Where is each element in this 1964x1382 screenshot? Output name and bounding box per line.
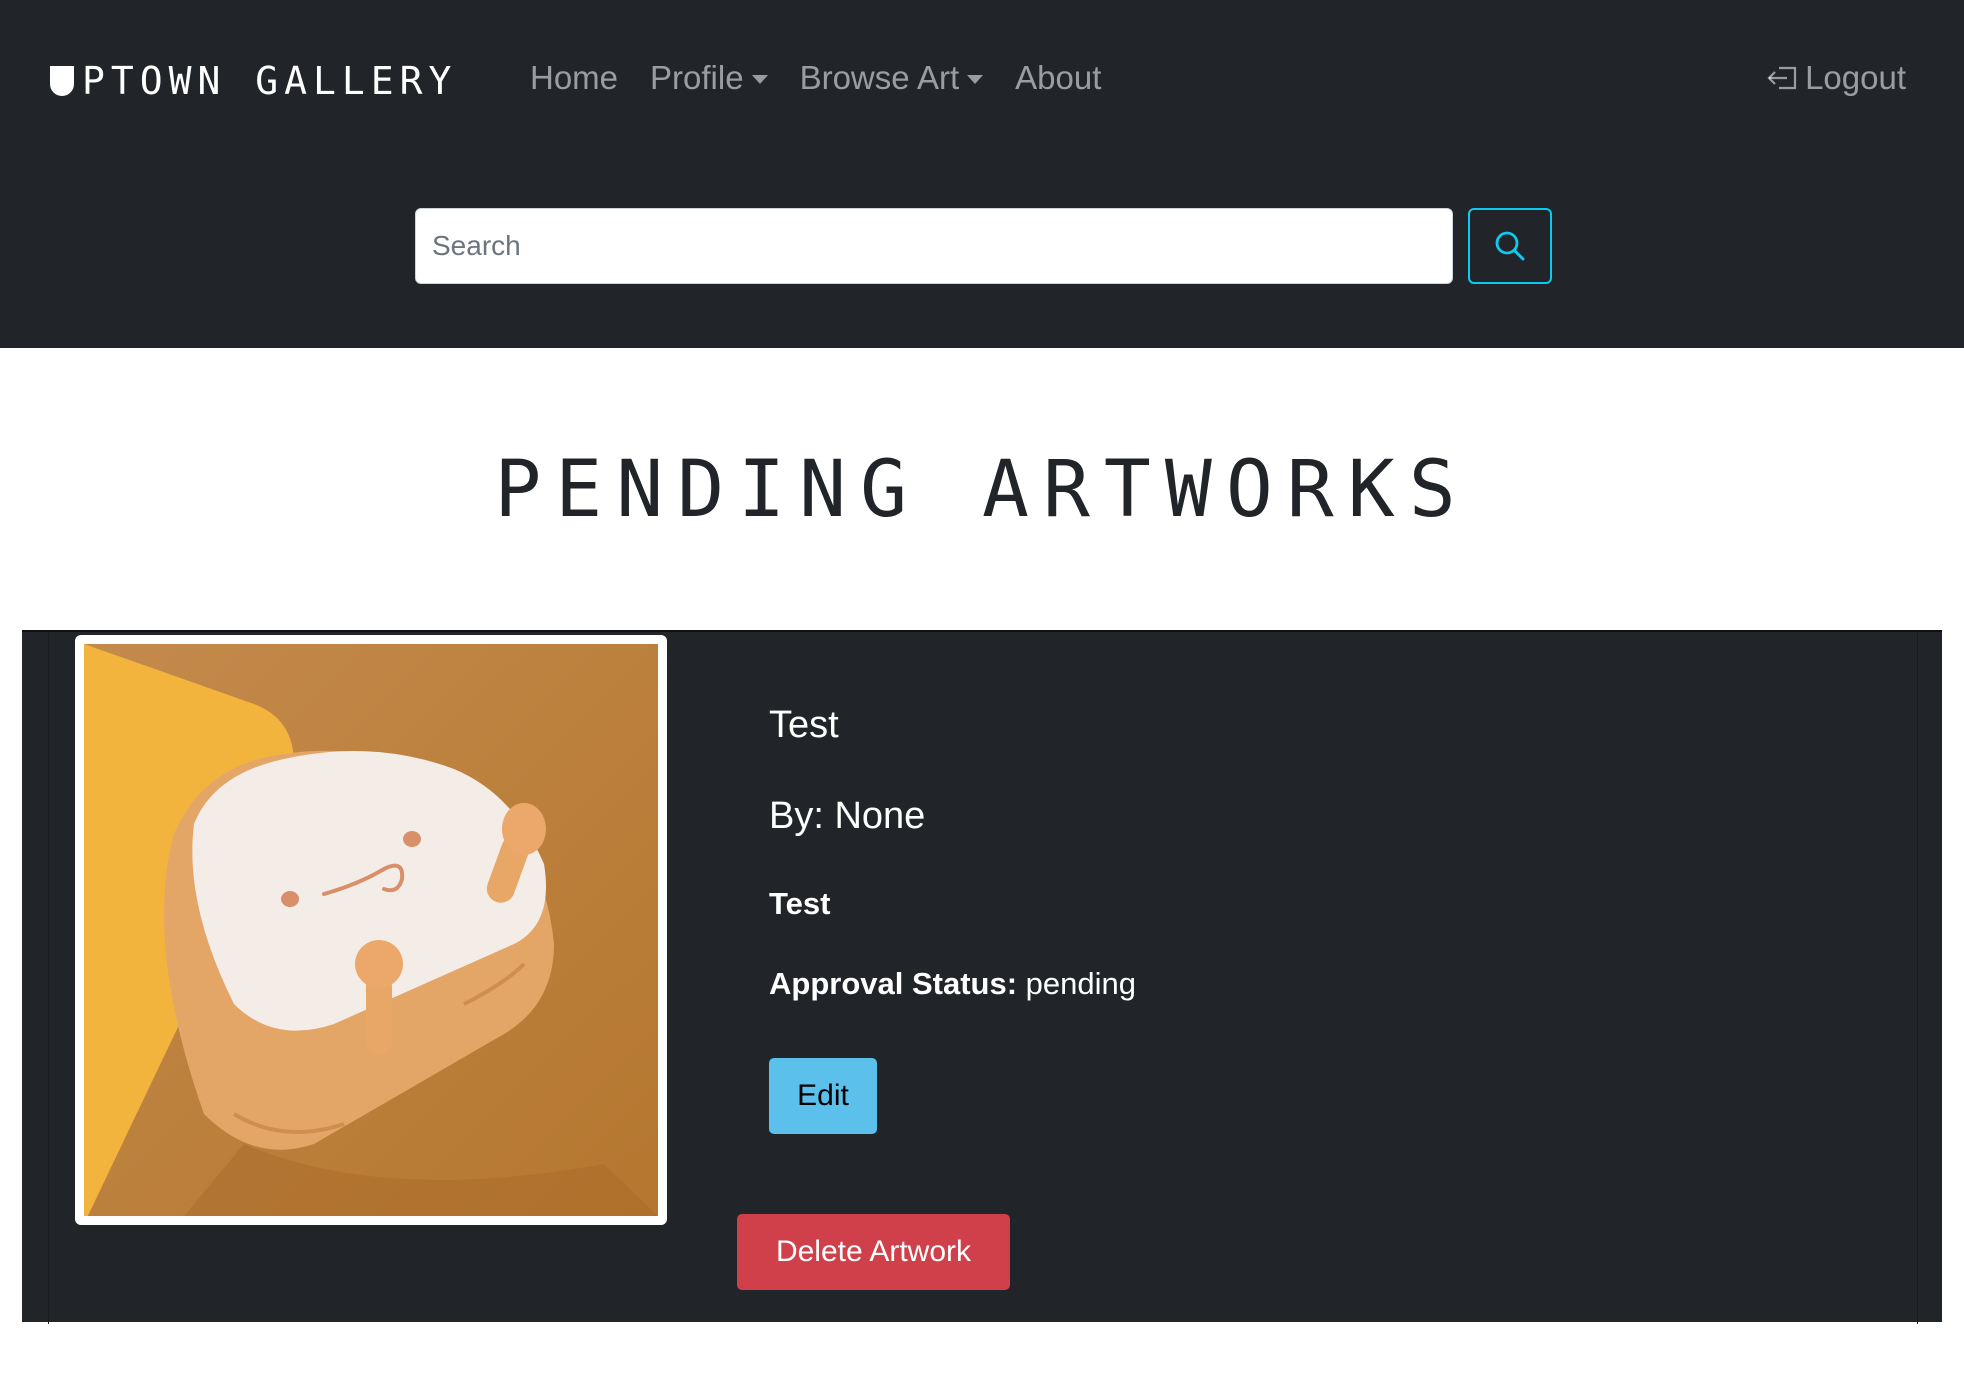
artwork-artist: By: None (769, 795, 926, 837)
nav-link-about[interactable]: About (1015, 59, 1101, 97)
logout-icon (1767, 66, 1797, 90)
delete-artwork-button[interactable]: Delete Artwork (737, 1214, 1010, 1290)
nav-dropdown-profile-label: Profile (650, 59, 744, 96)
search-button[interactable] (1468, 208, 1552, 284)
nav-dropdown-browse-art[interactable]: Browse Art (800, 59, 984, 97)
navbar: U PTOWN GALLERY Home Profile Browse Art A… (0, 0, 1964, 348)
artwork-description: Test (769, 886, 831, 921)
page-title: PENDING ARTWORKS (494, 445, 1470, 535)
logout-link[interactable]: Logout (1767, 56, 1906, 100)
search-icon (1495, 231, 1525, 261)
approval-status: Approval Status: pending (769, 966, 1136, 1002)
brand-text: PTOWN GALLERY (82, 59, 458, 103)
nav-links: Home Profile Browse Art About (530, 56, 1133, 100)
nav-link-home-label: Home (530, 59, 619, 96)
edit-button[interactable]: Edit (769, 1058, 877, 1134)
brand-logo[interactable]: U PTOWN GALLERY (50, 56, 457, 106)
caret-down-icon (751, 74, 768, 84)
nav-link-home[interactable]: Home (530, 59, 618, 97)
approval-status-value: pending (1025, 966, 1136, 1001)
nav-link-about-label: About (1015, 59, 1102, 96)
logout-label: Logout (1805, 59, 1906, 96)
approval-status-label: Approval Status: (769, 966, 1018, 1001)
artwork-image (84, 644, 658, 1216)
caret-down-icon (967, 74, 984, 84)
artwork-thumbnail (75, 635, 667, 1225)
artwork-card: Test By: None Test Approval Status: pend… (22, 630, 1942, 1324)
artwork-card-body: Test By: None Test Approval Status: pend… (48, 632, 1918, 1324)
brand-initial-u: U (50, 66, 74, 96)
search-input[interactable] (415, 208, 1453, 284)
nav-dropdown-profile[interactable]: Profile (650, 59, 768, 97)
nav-dropdown-browse-art-label: Browse Art (799, 59, 960, 96)
artwork-title: Test (769, 704, 839, 746)
